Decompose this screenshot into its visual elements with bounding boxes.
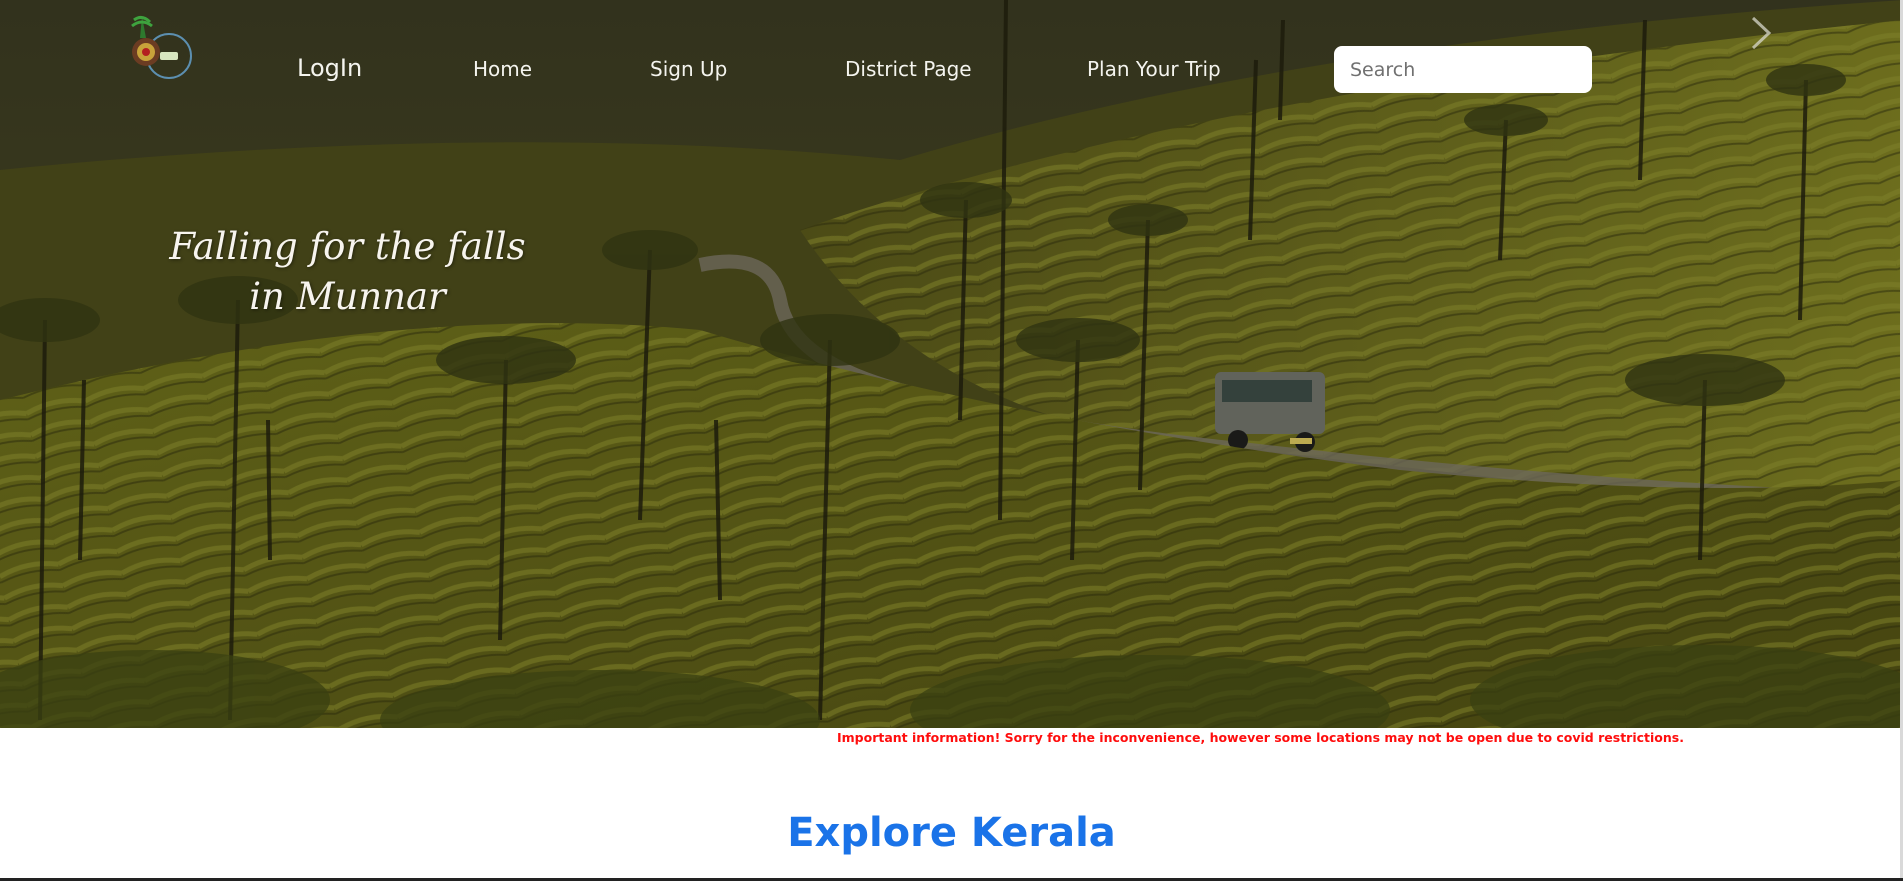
nav-home-link[interactable]: Home	[473, 57, 532, 81]
chevron-right-icon[interactable]	[1745, 14, 1775, 52]
nav-signup-link[interactable]: Sign Up	[650, 57, 727, 81]
hero-caption: Falling for the falls in Munnar	[150, 222, 545, 322]
hero-caption-line1: Falling for the falls	[169, 225, 526, 268]
hero-banner: LogIn Home Sign Up District Page Plan Yo…	[0, 0, 1903, 728]
section-title: Explore Kerala	[787, 810, 1116, 856]
hero-background-image	[0, 0, 1903, 728]
nav-district-link[interactable]: District Page	[845, 57, 972, 81]
covid-notice: Important information! Sorry for the inc…	[837, 730, 1684, 745]
nav-plan-trip-link[interactable]: Plan Your Trip	[1087, 57, 1221, 81]
nav-login-link[interactable]: LogIn	[297, 54, 362, 82]
hero-caption-line2: in Munnar	[249, 275, 446, 318]
search-input[interactable]	[1334, 46, 1592, 93]
kerala-tourism-logo-icon[interactable]	[124, 8, 194, 80]
